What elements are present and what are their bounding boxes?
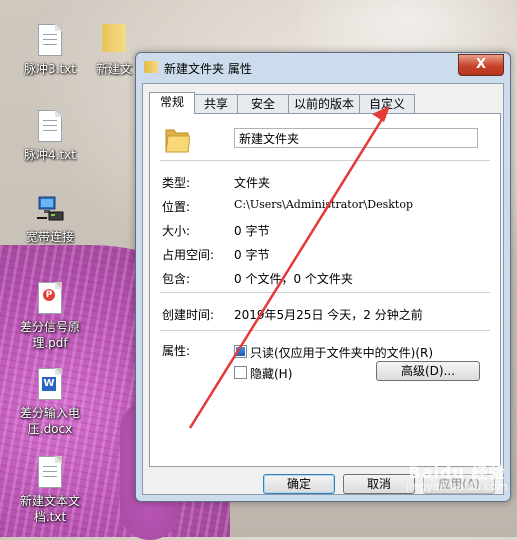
watermark-url: jingyan.baidu.com — [406, 480, 508, 493]
divider — [160, 330, 490, 331]
watermark: Baidu 经验 jingyan.baidu.com — [398, 463, 516, 494]
type-value: 文件夹 — [234, 176, 271, 190]
desktop-icon-broadband[interactable]: 宽带连接 — [18, 192, 82, 245]
advanced-button[interactable]: 高级(D)... — [376, 361, 480, 381]
desktop-icon-docx[interactable]: W 差分输入电压.docx — [14, 366, 86, 437]
desktop-icon-pdf[interactable]: P 差分信号原理.pdf — [14, 280, 86, 351]
desktop-icon-label: 新建文 — [95, 62, 132, 76]
contains-value: 0 个文件，0 个文件夹 — [234, 272, 353, 286]
text-file-icon — [35, 24, 65, 58]
desktop-icon-new-text[interactable]: 新建文本文档.txt — [14, 454, 86, 525]
desktop-icon-label: 宽带连接 — [25, 230, 74, 244]
folder-icon — [99, 24, 129, 58]
divider — [160, 160, 490, 161]
ok-button[interactable]: 确定 — [263, 474, 335, 494]
dialog-title: 新建文件夹 属性 — [164, 62, 252, 76]
location-value: C:\Users\Administrator\Desktop — [234, 198, 414, 211]
desktop-icon-label: 脉冲3.txt — [24, 62, 76, 76]
readonly-label: 只读(仅应用于文件夹中的文件)(R) — [250, 346, 434, 360]
general-tab-panel: 新建文件夹 类型: 文件夹 位置: C:\Users\Administrator… — [149, 113, 501, 467]
folder-icon — [144, 61, 158, 73]
desktop-icon-label: 差分输入电压.docx — [19, 406, 80, 436]
network-connection-icon — [35, 192, 65, 226]
contains-label: 包含: — [162, 272, 191, 286]
watermark-brand: Baidu 经验 — [408, 463, 506, 482]
folder-name-input[interactable]: 新建文件夹 — [234, 128, 478, 148]
created-value: 2019年5月25日 今天，2 分钟之前 — [234, 308, 423, 322]
size-on-disk-label: 占用空间: — [162, 248, 215, 262]
location-label: 位置: — [162, 200, 191, 214]
desktop-icon-folder[interactable]: 新建文 — [91, 22, 137, 77]
desktop-icon-label: 新建文本文档.txt — [19, 494, 80, 524]
folder-icon — [165, 129, 190, 153]
desktop-icon-txt-4[interactable]: 脉冲4.txt — [18, 108, 82, 163]
created-label: 创建时间: — [162, 308, 215, 322]
size-on-disk-value: 0 字节 — [234, 248, 270, 262]
desktop-icon-label: 脉冲4.txt — [24, 148, 76, 162]
tab-previous-versions[interactable]: 以前的版本 — [288, 94, 360, 113]
hidden-label: 隐藏(H) — [250, 367, 293, 381]
desktop-icon-label: 差分信号原理.pdf — [19, 320, 80, 350]
type-label: 类型: — [162, 176, 191, 190]
tab-general[interactable]: 常规 — [149, 92, 195, 114]
divider — [160, 292, 490, 293]
dialog-client-area: 常规 共享 安全 以前的版本 自定义 新建文件夹 类型: 文件夹 位置: C:\… — [142, 83, 504, 495]
properties-dialog: 新建文件夹 属性 X 常规 共享 安全 以前的版本 自定义 新建文件夹 类型: … — [135, 52, 511, 502]
tab-sharing[interactable]: 共享 — [194, 94, 238, 113]
word-document-icon: W — [35, 368, 65, 402]
desktop-icon-txt-3[interactable]: 脉冲3.txt — [18, 22, 82, 77]
size-value: 0 字节 — [234, 224, 270, 238]
pdf-file-icon: P — [35, 282, 65, 316]
text-file-icon — [35, 110, 65, 144]
hidden-checkbox[interactable] — [234, 366, 247, 379]
text-file-icon — [35, 456, 65, 490]
tab-customize[interactable]: 自定义 — [359, 94, 415, 113]
tab-security[interactable]: 安全 — [237, 94, 289, 113]
close-button[interactable]: X — [458, 54, 504, 76]
title-bar[interactable]: 新建文件夹 属性 X — [136, 53, 510, 83]
size-label: 大小: — [162, 224, 191, 238]
readonly-checkbox[interactable] — [234, 345, 247, 358]
attributes-label: 属性: — [162, 344, 191, 358]
